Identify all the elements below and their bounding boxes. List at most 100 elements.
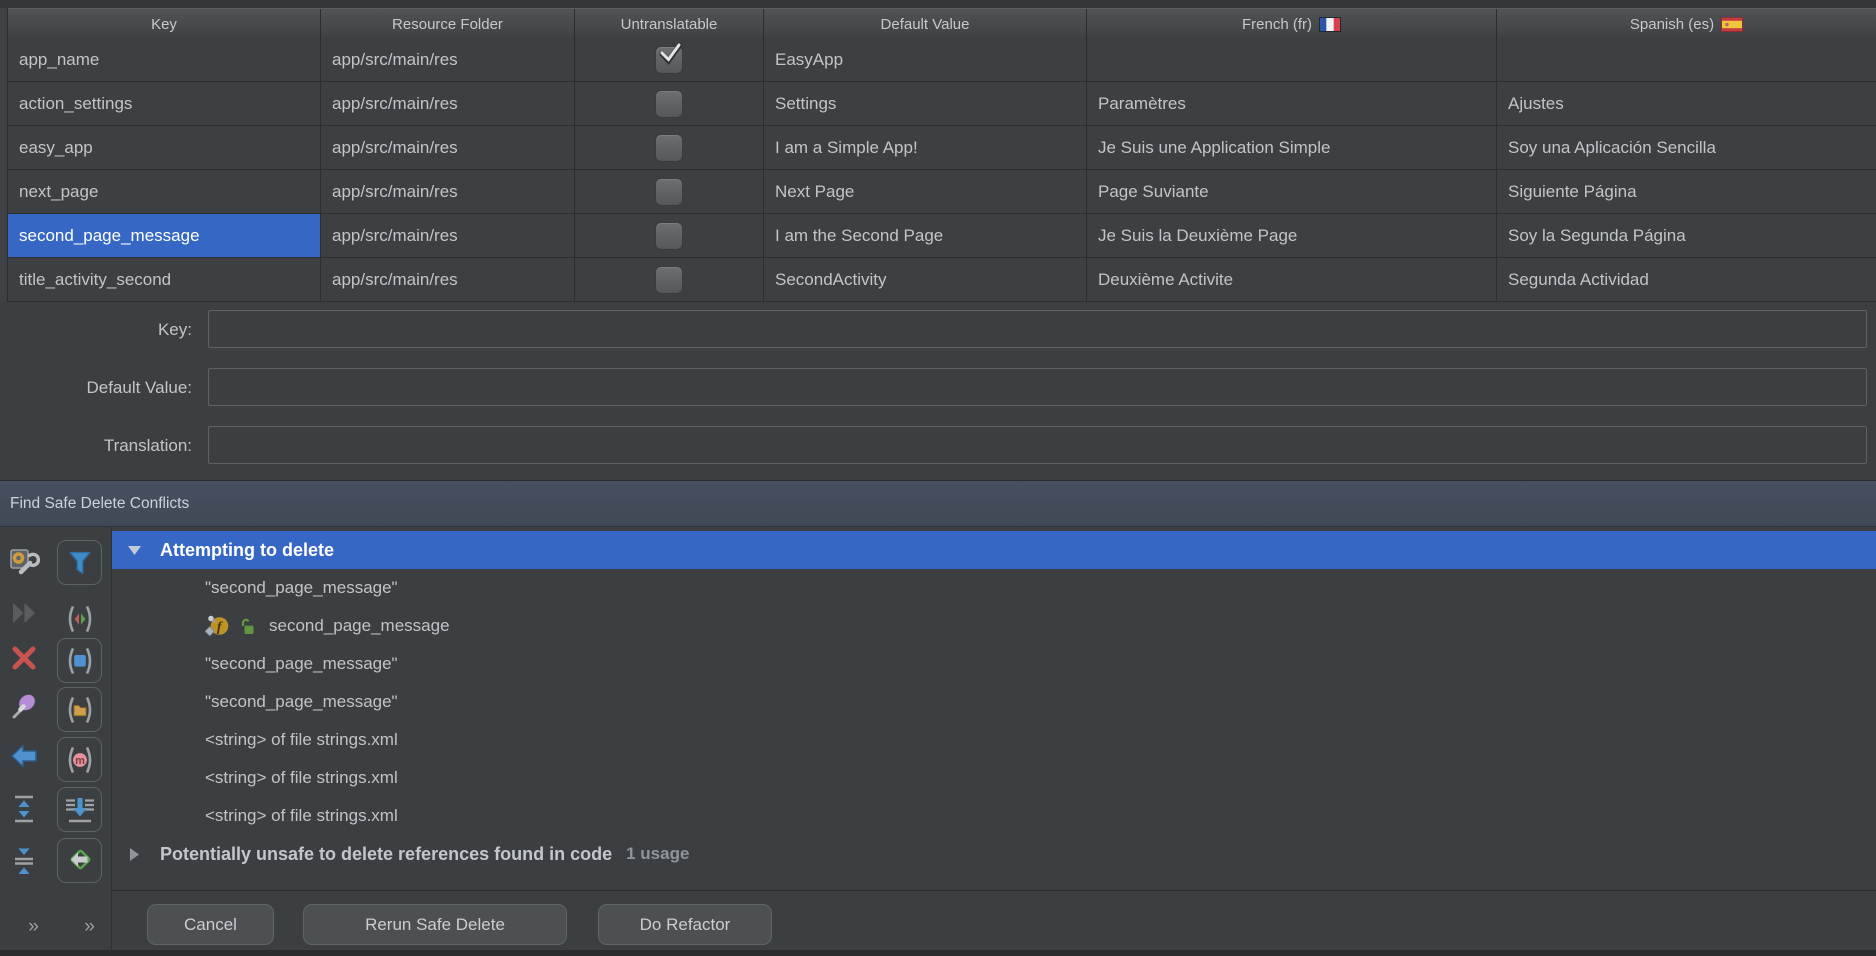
untranslatable-checkbox[interactable] — [655, 266, 683, 294]
usage-count-badge: 1 usage — [626, 844, 689, 864]
column-header-untranslatable[interactable]: Untranslatable — [575, 9, 764, 39]
overflow-chevron-icon[interactable]: » — [14, 916, 54, 938]
cell-key[interactable]: title_activity_second — [8, 258, 321, 301]
cell-resource-folder[interactable]: app/src/main/res — [321, 258, 575, 301]
default-value-field-label: Default Value: — [0, 368, 192, 408]
cell-default-value[interactable]: I am a Simple App! — [764, 126, 1087, 169]
table-row-gutter — [0, 8, 8, 302]
overflow-chevron-icon[interactable]: » — [70, 916, 110, 938]
cell-untranslatable[interactable] — [575, 126, 764, 169]
resume-icon[interactable] — [6, 595, 42, 631]
cell-french[interactable]: Deuxième Activite — [1087, 258, 1497, 301]
cell-key[interactable]: next_page — [8, 170, 321, 213]
tree-item-label: <string> of file strings.xml — [205, 806, 398, 826]
untranslatable-checkbox[interactable] — [655, 178, 683, 206]
do-refactor-button[interactable]: Do Refactor — [598, 904, 772, 945]
cell-spanish[interactable]: Siguiente Página — [1497, 170, 1876, 213]
cell-default-value[interactable]: I am the Second Page — [764, 214, 1087, 257]
cell-spanish[interactable]: Soy la Segunda Página — [1497, 214, 1876, 257]
translation-field-label: Translation: — [0, 426, 192, 466]
tri-down-icon[interactable] — [126, 545, 142, 556]
tree-item[interactable]: "second_page_message" — [112, 645, 1876, 683]
column-header-resource-folder[interactable]: Resource Folder — [321, 9, 575, 39]
cell-french[interactable]: Page Suviante — [1087, 170, 1497, 213]
cell-french[interactable]: Je Suis une Application Simple — [1087, 126, 1497, 169]
cell-default-value[interactable]: Next Page — [764, 170, 1087, 213]
tree-item[interactable]: <string> of file strings.xml — [112, 721, 1876, 759]
unlock-icon — [239, 618, 255, 635]
tree-item[interactable]: "second_page_message" — [112, 569, 1876, 607]
flatten-packages-icon[interactable] — [57, 787, 102, 832]
button-bar-separator — [112, 890, 1876, 891]
cell-default-value[interactable]: SecondActivity — [764, 258, 1087, 301]
rerun-safe-delete-button[interactable]: Rerun Safe Delete — [303, 904, 567, 945]
cell-french[interactable]: Paramètres — [1087, 82, 1497, 125]
default-value-field[interactable] — [208, 368, 1867, 406]
ungroup-icon[interactable] — [57, 596, 102, 641]
cell-french[interactable]: Je Suis la Deuxième Page — [1087, 214, 1497, 257]
tree-item[interactable]: <string> of file strings.xml — [112, 759, 1876, 797]
back-icon[interactable] — [6, 738, 42, 774]
settings-icon[interactable] — [6, 545, 42, 581]
cancel-button[interactable]: Cancel — [147, 904, 274, 945]
tree-item[interactable]: <string> of file strings.xml — [112, 797, 1876, 835]
untranslatable-checkbox[interactable] — [655, 90, 683, 118]
cell-resource-folder[interactable]: app/src/main/res — [321, 38, 575, 81]
cell-resource-folder[interactable]: app/src/main/res — [321, 82, 575, 125]
column-header-default-value[interactable]: Default Value — [764, 9, 1087, 39]
expand-all-icon[interactable] — [6, 791, 42, 827]
autoscroll-to-source-icon[interactable] — [57, 838, 102, 883]
untranslatable-checkbox[interactable] — [655, 222, 683, 250]
group-by-directory-icon[interactable] — [57, 687, 102, 732]
tri-right-icon[interactable] — [126, 847, 142, 862]
france-flag — [1319, 17, 1341, 32]
column-header-label: Key — [151, 16, 177, 33]
column-header-french-fr[interactable]: French (fr) — [1087, 9, 1497, 39]
cell-spanish[interactable]: Soy una Aplicación Sencilla — [1497, 126, 1876, 169]
untranslatable-checkbox[interactable] — [655, 46, 683, 74]
cell-untranslatable[interactable] — [575, 82, 764, 125]
column-header-key[interactable]: Key — [8, 9, 321, 39]
table-row-next_page[interactable]: next_page app/src/main/res Next Page Pag… — [8, 170, 1876, 214]
toolbar-separator — [111, 527, 112, 950]
table-row-action_settings[interactable]: action_settings app/src/main/res Setting… — [8, 82, 1876, 126]
cell-untranslatable[interactable] — [575, 258, 764, 301]
untranslatable-checkbox[interactable] — [655, 134, 683, 162]
filter-icon[interactable] — [57, 540, 102, 585]
cell-resource-folder[interactable]: app/src/main/res — [321, 214, 575, 257]
cell-untranslatable[interactable] — [575, 214, 764, 257]
cell-key[interactable]: easy_app — [8, 126, 321, 169]
group-by-module-icon[interactable]: m — [57, 737, 102, 782]
cell-untranslatable[interactable] — [575, 38, 764, 81]
table-header-row: Key Resource FolderUntranslatableDefault … — [8, 8, 1876, 40]
close-icon[interactable] — [6, 640, 42, 676]
table-row-app_name[interactable]: app_name app/src/main/res EasyApp — [8, 38, 1876, 82]
collapse-all-icon[interactable] — [6, 843, 42, 879]
tree-item-field[interactable]: f second_page_message — [112, 607, 1876, 645]
cell-default-value[interactable]: Settings — [764, 82, 1087, 125]
table-row-title_activity_second[interactable]: title_activity_second app/src/main/res S… — [8, 258, 1876, 302]
column-header-spanish-es[interactable]: Spanish (es) — [1497, 9, 1876, 39]
cell-untranslatable[interactable] — [575, 170, 764, 213]
cell-key[interactable]: app_name — [8, 38, 321, 81]
key-field[interactable] — [208, 310, 1867, 348]
group-by-usage-type-icon[interactable] — [57, 638, 102, 683]
tree-item[interactable]: "second_page_message" — [112, 683, 1876, 721]
table-row-easy_app[interactable]: easy_app app/src/main/res I am a Simple … — [8, 126, 1876, 170]
tree-group-expanded[interactable]: Attempting to delete — [112, 531, 1876, 569]
cell-spanish[interactable] — [1497, 38, 1876, 81]
cell-default-value[interactable]: EasyApp — [764, 38, 1087, 81]
column-header-label: French (fr) — [1242, 16, 1312, 33]
tree-group-collapsed[interactable]: Potentially unsafe to delete references … — [112, 835, 1876, 873]
table-row-second_page_message[interactable]: second_page_message app/src/main/res I a… — [8, 214, 1876, 258]
cell-resource-folder[interactable]: app/src/main/res — [321, 126, 575, 169]
cell-key[interactable]: action_settings — [8, 82, 321, 125]
cell-spanish[interactable]: Ajustes — [1497, 82, 1876, 125]
cell-french[interactable] — [1087, 38, 1497, 81]
cell-key[interactable]: second_page_message — [8, 214, 321, 257]
pin-icon[interactable] — [6, 688, 42, 724]
translation-field[interactable] — [208, 426, 1867, 464]
find-panel-title: Find Safe Delete Conflicts — [10, 495, 189, 513]
cell-resource-folder[interactable]: app/src/main/res — [321, 170, 575, 213]
cell-spanish[interactable]: Segunda Actividad — [1497, 258, 1876, 301]
